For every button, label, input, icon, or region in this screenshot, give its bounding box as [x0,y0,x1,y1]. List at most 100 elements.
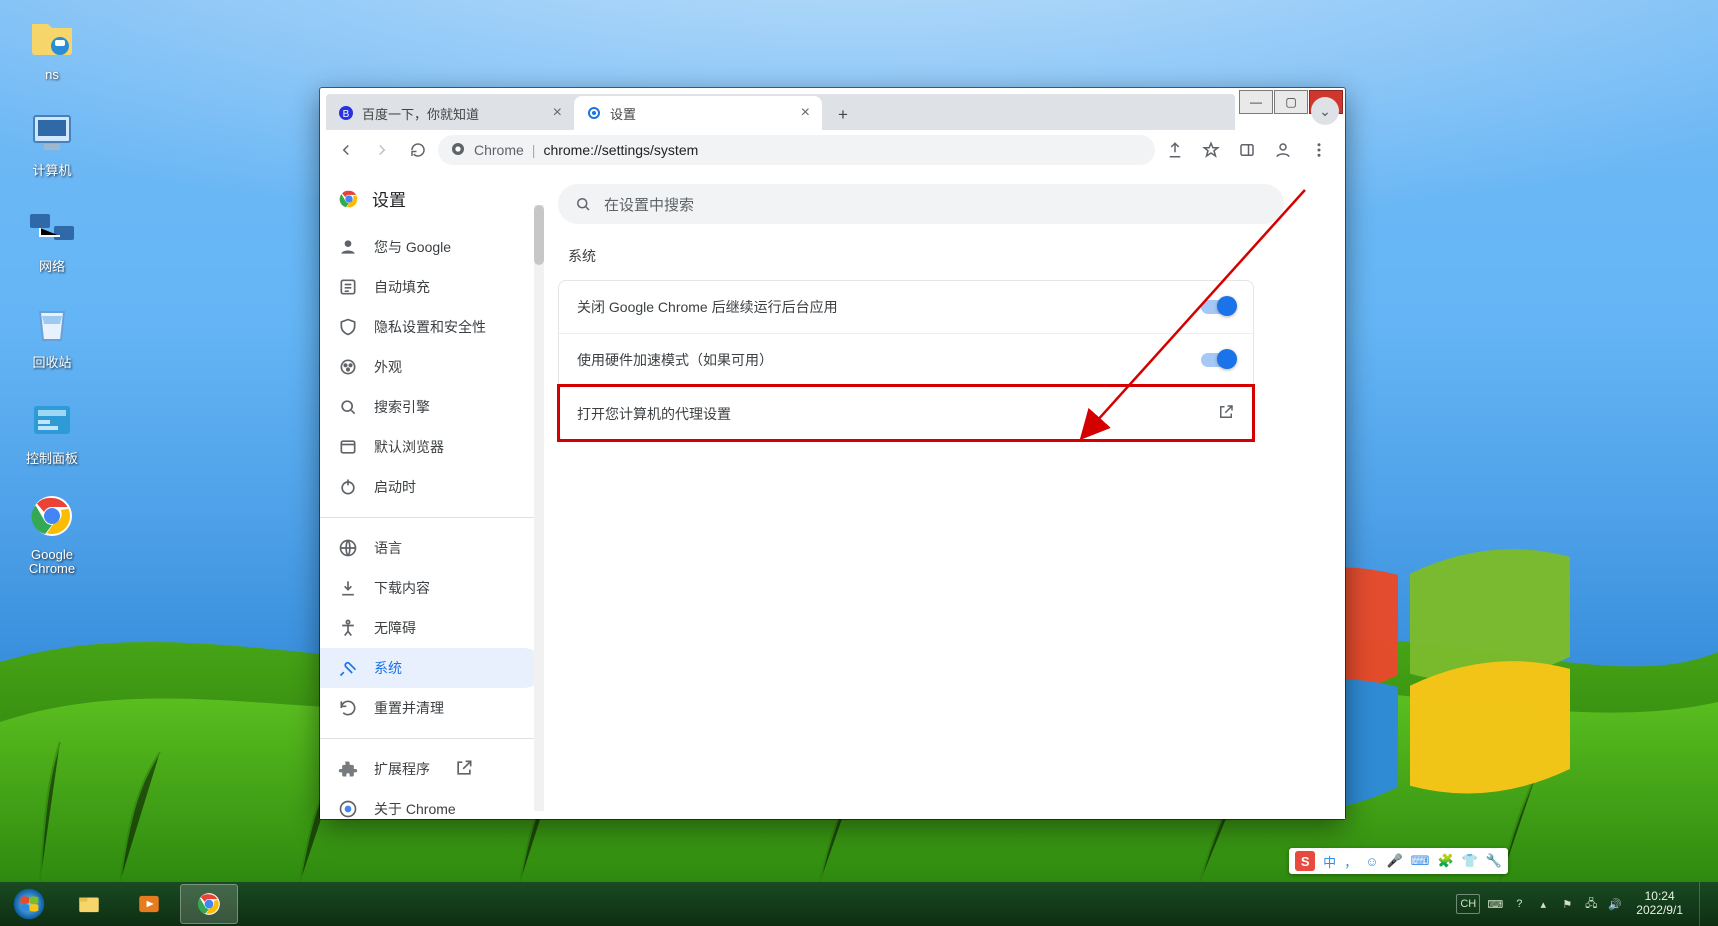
desktop-icon-ns[interactable]: ns [8,8,96,82]
nav-you-and-google-label: 您与 Google [374,237,451,257]
nav-you-and-google[interactable]: 您与 Google [320,227,544,267]
ime-skin-icon[interactable]: 👕 [1462,853,1478,869]
nav-downloads[interactable]: 下载内容 [320,568,544,608]
desktop-icon-recycle[interactable]: 回收站 [8,296,96,370]
tray-action-center-icon[interactable]: ⚑ [1558,895,1576,913]
chrome-logo-icon [338,188,360,210]
tab-settings[interactable]: 设置 × [574,96,822,130]
settings-app-title: 设置 [372,186,406,211]
tray-lang[interactable]: CH [1456,894,1480,914]
chrome-window: — ▢ ✕ B 百度一下，你就知道 × 设置 × + ⌄ Chrom [320,88,1345,819]
desktop-icon-controlpanel[interactable]: 控制面板 [8,392,96,466]
nav-default-browser[interactable]: 默认浏览器 [320,427,544,467]
show-desktop-button[interactable] [1699,882,1712,926]
nav-languages[interactable]: 语言 [320,528,544,568]
omnibox-separator: | [532,142,536,158]
desktop-icon-network[interactable]: 网络 [8,200,96,274]
tab-overflow-button[interactable]: ⌄ [1311,97,1339,125]
toggle-hardware-accel[interactable] [1201,353,1235,367]
start-button[interactable] [0,882,58,926]
desktop-icon-recycle-label: 回收站 [8,356,96,370]
system-card: 关闭 Google Chrome 后继续运行后台应用 使用硬件加速模式（如果可用… [558,280,1254,441]
ime-sogou-icon: S [1295,851,1315,871]
tray-volume-icon[interactable]: 🔊 [1606,895,1624,913]
nav-extensions-label: 扩展程序 [374,759,430,779]
desktop-icon-chrome-label: Google Chrome [8,548,96,577]
desktop-icon-network-label: 网络 [8,260,96,274]
tray-help-icon[interactable]: ? [1510,895,1528,913]
nav-autofill-label: 自动填充 [374,277,430,297]
row-background-apps: 关闭 Google Chrome 后继续运行后台应用 [559,281,1253,333]
nav-default-browser-label: 默认浏览器 [374,437,444,457]
share-button[interactable] [1159,134,1191,166]
taskbar-mediaplayer[interactable] [120,884,178,924]
row-hardware-accel: 使用硬件加速模式（如果可用） [559,333,1253,386]
ime-mic-icon[interactable]: 🎤 [1386,853,1402,869]
sidebar-scrollbar-thumb[interactable] [534,205,544,265]
ime-tool-icon[interactable]: 🧩 [1437,853,1453,869]
system-tray: CH ⌨ ? ▴ ⚑ 🖧 🔊 10:24 2022/9/1 [1456,882,1718,926]
omnibox[interactable]: Chrome | chrome://settings/system [438,135,1155,165]
ime-menu-icon[interactable]: 🔧 [1486,853,1502,869]
forward-button[interactable] [366,134,398,166]
nav-system[interactable]: 系统 [320,648,544,688]
taskbar: CH ⌨ ? ▴ ⚑ 🖧 🔊 10:24 2022/9/1 [0,882,1718,926]
nav-divider [320,517,544,518]
desktop-icon-chrome[interactable]: Google Chrome [8,488,96,577]
ime-lang[interactable]: 中 [1323,852,1336,871]
row-hardware-accel-label: 使用硬件加速模式（如果可用） [577,350,1201,370]
ime-keyboard-icon[interactable]: ⌨ [1411,853,1430,869]
window-maximize-button[interactable]: ▢ [1274,90,1308,114]
profile-button[interactable] [1267,134,1299,166]
tab-baidu[interactable]: B 百度一下，你就知道 × [326,96,574,130]
gear-favicon-icon [586,105,602,121]
nav-search-engine-label: 搜索引擎 [374,397,430,417]
nav-privacy[interactable]: 隐私设置和安全性 [320,307,544,347]
ime-emoji-icon[interactable]: ☺ [1365,854,1378,869]
row-proxy-settings[interactable]: 打开您计算机的代理设置 [559,386,1253,440]
nav-accessibility-label: 无障碍 [374,618,416,638]
tab-baidu-close-icon[interactable]: × [553,104,562,122]
settings-main: 在设置中搜索 系统 关闭 Google Chrome 后继续运行后台应用 使用硬… [544,170,1345,819]
tray-time: 10:24 [1636,890,1683,904]
tray-network-icon[interactable]: 🖧 [1582,895,1600,913]
nav-appearance-label: 外观 [374,357,402,377]
toggle-background-apps[interactable] [1201,300,1235,314]
nav-accessibility[interactable]: 无障碍 [320,608,544,648]
nav-languages-label: 语言 [374,538,402,558]
ime-punct-icon[interactable]: ， [1344,852,1357,871]
nav-extensions[interactable]: 扩展程序 [320,749,544,789]
settings-search[interactable]: 在设置中搜索 [558,184,1284,224]
ime-toolbar[interactable]: S 中 ， ☺ 🎤 ⌨ 🧩 👕 🔧 [1289,848,1508,874]
settings-sidebar: 设置 您与 Google 自动填充 隐私设置和安全性 外观 搜索引擎 默认浏览器… [320,170,544,819]
reload-button[interactable] [402,134,434,166]
window-minimize-button[interactable]: — [1239,90,1273,114]
taskbar-chrome[interactable] [180,884,238,924]
settings-app-header: 设置 [320,170,544,227]
back-button[interactable] [330,134,362,166]
bookmark-button[interactable] [1195,134,1227,166]
taskbar-explorer[interactable] [60,884,118,924]
nav-reset[interactable]: 重置并清理 [320,688,544,728]
new-tab-button[interactable]: + [828,100,858,130]
settings-search-placeholder: 在设置中搜索 [604,194,694,215]
nav-downloads-label: 下载内容 [374,578,430,598]
section-title-system: 系统 [568,246,1331,266]
desktop-icon-computer[interactable]: 计算机 [8,104,96,178]
sidepanel-button[interactable] [1231,134,1263,166]
nav-search-engine[interactable]: 搜索引擎 [320,387,544,427]
nav-reset-label: 重置并清理 [374,698,444,718]
nav-appearance[interactable]: 外观 [320,347,544,387]
toolbar: Chrome | chrome://settings/system [320,130,1345,171]
tab-settings-close-icon[interactable]: × [801,104,810,122]
baidu-favicon-icon: B [338,105,354,121]
nav-about[interactable]: 关于 Chrome [320,789,544,829]
desktop-icon-ns-label: ns [8,68,96,82]
nav-about-label: 关于 Chrome [374,799,456,819]
nav-on-startup[interactable]: 启动时 [320,467,544,507]
nav-autofill[interactable]: 自动填充 [320,267,544,307]
tray-ime-keyboard-icon[interactable]: ⌨ [1486,895,1504,913]
chrome-menu-button[interactable] [1303,134,1335,166]
tray-clock[interactable]: 10:24 2022/9/1 [1630,887,1693,921]
tray-chevron-up-icon[interactable]: ▴ [1534,895,1552,913]
